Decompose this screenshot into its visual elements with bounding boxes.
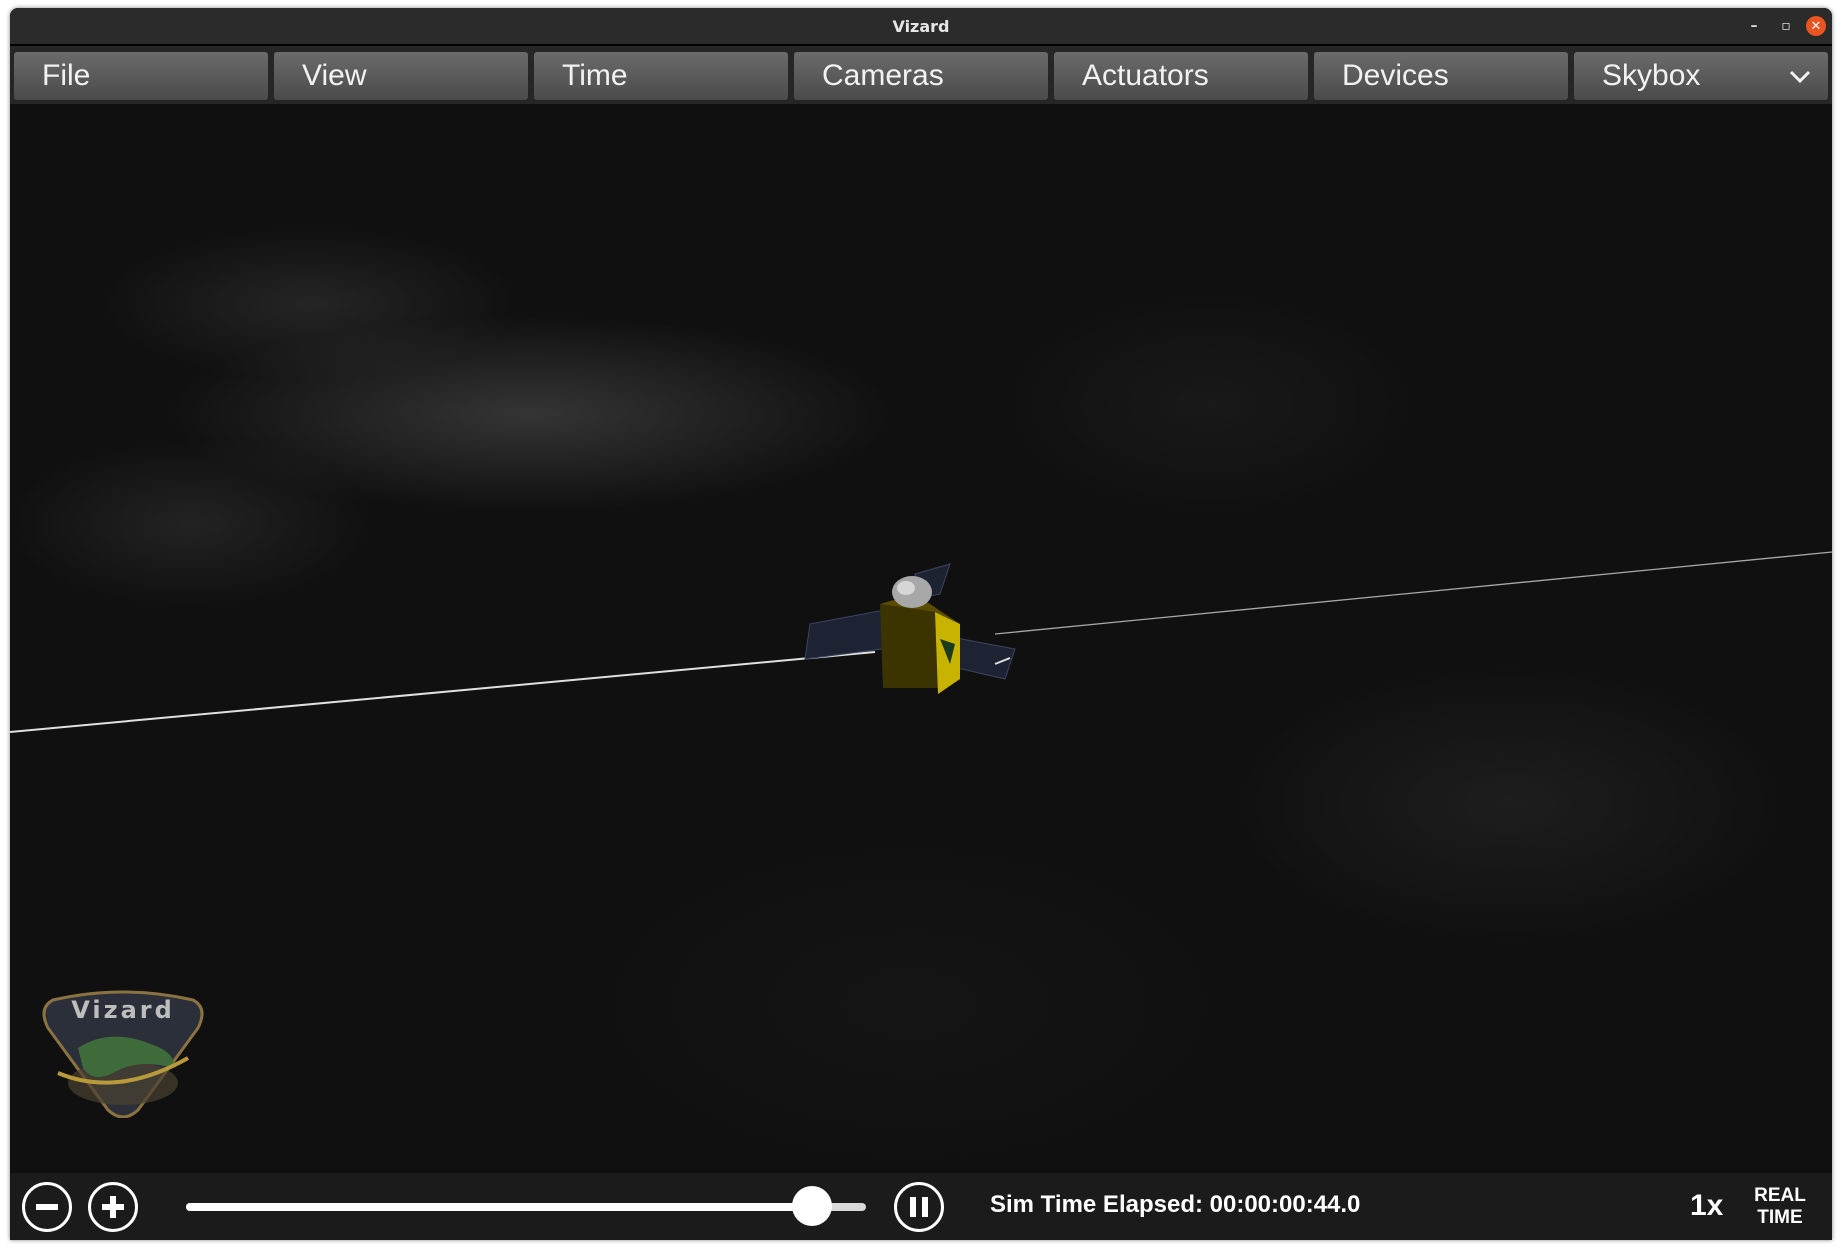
chevron-down-icon: [1789, 70, 1811, 84]
skybox-dropdown-label: Skybox: [1602, 59, 1701, 92]
scene-render: [10, 551, 1832, 733]
sim-time-elapsed: Sim Time Elapsed: 00:00:00:44.0: [990, 1191, 1361, 1218]
title-bar: Vizard – ▫ ✕: [10, 8, 1832, 44]
maximize-icon[interactable]: ▫: [1776, 16, 1796, 36]
minus-circle-icon: [36, 1204, 58, 1210]
menu-file-button[interactable]: File: [14, 52, 268, 100]
orbit-trajectory-line: [10, 651, 876, 733]
real-time-label-line1: REAL: [1754, 1185, 1806, 1206]
pause-circle-icon: [910, 1197, 928, 1217]
zoom-in-button[interactable]: [88, 1182, 138, 1232]
timeline-slider-fill: [186, 1203, 812, 1211]
svg-text:Vizard: Vizard: [71, 996, 175, 1024]
menu-time-label: Time: [562, 59, 628, 92]
playback-bar: Sim Time Elapsed: 00:00:00:44.0 1x REAL …: [10, 1173, 1832, 1240]
plus-circle-icon: [102, 1196, 124, 1218]
menu-view-label: View: [302, 59, 367, 92]
window-title: Vizard: [892, 16, 950, 36]
playback-speed[interactable]: 1x: [1690, 1189, 1723, 1223]
vizard-logo: Vizard: [42, 990, 204, 1118]
menu-bar: File View Time Cameras Actuators Devices…: [10, 46, 1832, 104]
timeline-slider-handle[interactable]: [791, 1186, 832, 1226]
pause-button[interactable]: [894, 1182, 944, 1232]
solar-panel-left: [804, 608, 891, 660]
3d-viewport[interactable]: Vizard: [10, 104, 1832, 1173]
menu-cameras-button[interactable]: Cameras: [794, 52, 1048, 100]
menu-actuators-label: Actuators: [1082, 59, 1209, 92]
menu-devices-button[interactable]: Devices: [1314, 52, 1568, 100]
timeline-slider[interactable]: [186, 1186, 866, 1226]
minimize-icon[interactable]: –: [1744, 16, 1764, 36]
skybox-dropdown[interactable]: Skybox: [1574, 52, 1828, 100]
menu-time-button[interactable]: Time: [534, 52, 788, 100]
menu-view-button[interactable]: View: [274, 52, 528, 100]
orbit-trajectory-line-far: [994, 551, 1832, 635]
zoom-out-button[interactable]: [22, 1182, 72, 1232]
close-icon[interactable]: ✕: [1806, 16, 1826, 36]
real-time-button[interactable]: REAL TIME: [1745, 1185, 1815, 1229]
menu-actuators-button[interactable]: Actuators: [1054, 52, 1308, 100]
spacecraft-body-side: [880, 604, 938, 688]
real-time-label-line2: TIME: [1757, 1207, 1803, 1228]
menu-file-label: File: [42, 59, 91, 92]
menu-devices-label: Devices: [1342, 59, 1449, 92]
vizard-window: Vizard – ▫ ✕ File View Time Cameras Actu…: [10, 8, 1832, 1240]
menu-cameras-label: Cameras: [822, 59, 944, 92]
spacecraft: [804, 563, 1016, 694]
